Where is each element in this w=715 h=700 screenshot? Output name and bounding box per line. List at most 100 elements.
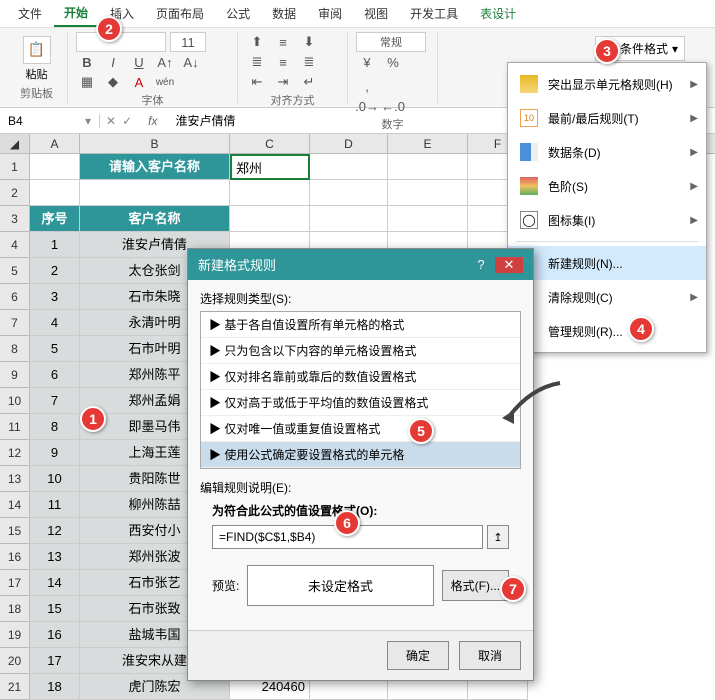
cell[interactable] bbox=[30, 154, 80, 180]
cell-num[interactable]: 11 bbox=[30, 492, 80, 518]
cell-num[interactable]: 8 bbox=[30, 414, 80, 440]
menu-data-bars[interactable]: 数据条(D)▶ bbox=[508, 135, 706, 169]
menu-manage-rules[interactable]: ⊡管理规则(R)... bbox=[508, 314, 706, 348]
row-header[interactable]: 17 bbox=[0, 570, 30, 596]
cell-num[interactable]: 1 bbox=[30, 232, 80, 258]
row-header[interactable]: 10 bbox=[0, 388, 30, 414]
menu-home[interactable]: 开始 bbox=[54, 0, 98, 27]
dialog-titlebar[interactable]: 新建格式规则 ? ✕ bbox=[188, 249, 533, 280]
cell-num[interactable]: 15 bbox=[30, 596, 80, 622]
align-right-icon[interactable]: ≣ bbox=[298, 52, 320, 72]
menu-icon-sets[interactable]: ◯图标集(I)▶ bbox=[508, 203, 706, 237]
search-value-cell[interactable]: 郑州 bbox=[230, 154, 310, 180]
rule-type-option-selected[interactable]: ▶ 使用公式确定要设置格式的单元格 bbox=[201, 442, 520, 468]
cell-num[interactable]: 16 bbox=[30, 622, 80, 648]
cell-num[interactable]: 6 bbox=[30, 362, 80, 388]
fill-color-icon[interactable]: ◆ bbox=[102, 72, 124, 92]
cell[interactable] bbox=[30, 180, 80, 206]
cell-num[interactable]: 12 bbox=[30, 518, 80, 544]
row-header[interactable]: 8 bbox=[0, 336, 30, 362]
cell-num[interactable]: 14 bbox=[30, 570, 80, 596]
cancel-button[interactable]: 取消 bbox=[459, 641, 521, 670]
rule-type-option[interactable]: ▶ 只为包含以下内容的单元格设置格式 bbox=[201, 338, 520, 364]
cancel-edit-icon[interactable]: ✕ bbox=[106, 114, 116, 128]
range-select-button[interactable]: ↥ bbox=[487, 525, 509, 549]
search-prompt-cell[interactable]: 请输入客户名称 bbox=[80, 154, 230, 180]
row-header[interactable]: 16 bbox=[0, 544, 30, 570]
border-icon[interactable]: ▦ bbox=[76, 72, 98, 92]
cell[interactable] bbox=[388, 154, 468, 180]
name-box[interactable]: B4▾ bbox=[0, 114, 100, 128]
cell[interactable] bbox=[230, 180, 310, 206]
col-header-a[interactable]: A bbox=[30, 134, 80, 153]
cell-num[interactable]: 3 bbox=[30, 284, 80, 310]
menu-new-rule[interactable]: ⊞新建规则(N)... bbox=[508, 246, 706, 280]
phonetic-icon[interactable]: wén bbox=[154, 72, 176, 92]
menu-file[interactable]: 文件 bbox=[8, 1, 52, 26]
font-grow-icon[interactable]: A↑ bbox=[154, 52, 176, 72]
cell[interactable] bbox=[310, 180, 388, 206]
cell[interactable] bbox=[310, 206, 388, 232]
row-header[interactable]: 2 bbox=[0, 180, 30, 206]
close-icon[interactable]: ✕ bbox=[495, 257, 523, 273]
row-header[interactable]: 7 bbox=[0, 310, 30, 336]
col-header-d[interactable]: D bbox=[310, 134, 388, 153]
font-shrink-icon[interactable]: A↓ bbox=[180, 52, 202, 72]
row-header[interactable]: 13 bbox=[0, 466, 30, 492]
help-icon[interactable]: ? bbox=[467, 257, 495, 273]
cell-num[interactable]: 4 bbox=[30, 310, 80, 336]
menu-review[interactable]: 审阅 bbox=[308, 1, 352, 26]
paste-icon[interactable]: 📋 bbox=[23, 36, 51, 64]
cell-num[interactable]: 2 bbox=[30, 258, 80, 284]
col-header-b[interactable]: B bbox=[80, 134, 230, 153]
cell[interactable] bbox=[80, 180, 230, 206]
rule-type-option[interactable]: ▶ 仅对排名靠前或靠后的数值设置格式 bbox=[201, 364, 520, 390]
row-header[interactable]: 18 bbox=[0, 596, 30, 622]
row-header[interactable]: 20 bbox=[0, 648, 30, 674]
row-header[interactable]: 15 bbox=[0, 518, 30, 544]
menu-layout[interactable]: 页面布局 bbox=[146, 1, 214, 26]
col-header-c[interactable]: C bbox=[230, 134, 310, 153]
row-header[interactable]: 12 bbox=[0, 440, 30, 466]
comma-icon[interactable]: , bbox=[356, 76, 378, 96]
fx-icon[interactable]: fx bbox=[138, 114, 167, 128]
header-num[interactable]: 序号 bbox=[30, 206, 80, 232]
rule-type-option[interactable]: ▶ 仅对唯一值或重复值设置格式 bbox=[201, 416, 520, 442]
align-bottom-icon[interactable]: ⬇ bbox=[298, 32, 320, 52]
cell-num[interactable]: 5 bbox=[30, 336, 80, 362]
ok-button[interactable]: 确定 bbox=[387, 641, 449, 670]
row-header[interactable]: 11 bbox=[0, 414, 30, 440]
align-top-icon[interactable]: ⬆ bbox=[246, 32, 268, 52]
col-header-e[interactable]: E bbox=[388, 134, 468, 153]
cell-num[interactable]: 7 bbox=[30, 388, 80, 414]
cell-num[interactable]: 9 bbox=[30, 440, 80, 466]
row-header[interactable]: 14 bbox=[0, 492, 30, 518]
menu-color-scales[interactable]: 色阶(S)▶ bbox=[508, 169, 706, 203]
italic-icon[interactable]: I bbox=[102, 52, 124, 72]
cell-num[interactable]: 13 bbox=[30, 544, 80, 570]
row-header[interactable]: 6 bbox=[0, 284, 30, 310]
align-middle-icon[interactable]: ≡ bbox=[272, 32, 294, 52]
cell[interactable] bbox=[230, 206, 310, 232]
number-format-select[interactable]: 常规 bbox=[356, 32, 426, 52]
cell[interactable] bbox=[310, 154, 388, 180]
decrease-decimal-icon[interactable]: ←.0 bbox=[382, 96, 404, 116]
confirm-edit-icon[interactable]: ✓ bbox=[122, 114, 132, 128]
increase-decimal-icon[interactable]: .0→ bbox=[356, 96, 378, 116]
row-header[interactable]: 5 bbox=[0, 258, 30, 284]
rule-type-option[interactable]: ▶ 仅对高于或低于平均值的数值设置格式 bbox=[201, 390, 520, 416]
cell[interactable] bbox=[388, 206, 468, 232]
menu-data[interactable]: 数据 bbox=[262, 1, 306, 26]
row-header[interactable]: 1 bbox=[0, 154, 30, 180]
underline-icon[interactable]: U bbox=[128, 52, 150, 72]
indent-inc-icon[interactable]: ⇥ bbox=[272, 72, 294, 92]
wrap-icon[interactable]: ↵ bbox=[298, 72, 320, 92]
indent-dec-icon[interactable]: ⇤ bbox=[246, 72, 268, 92]
rule-type-option[interactable]: ▶ 基于各自值设置所有单元格的格式 bbox=[201, 312, 520, 338]
row-header[interactable]: 9 bbox=[0, 362, 30, 388]
cell-num[interactable]: 10 bbox=[30, 466, 80, 492]
menu-view[interactable]: 视图 bbox=[354, 1, 398, 26]
font-family-select[interactable] bbox=[76, 32, 166, 52]
row-header[interactable]: 19 bbox=[0, 622, 30, 648]
menu-tabledesign[interactable]: 表设计 bbox=[470, 1, 526, 26]
